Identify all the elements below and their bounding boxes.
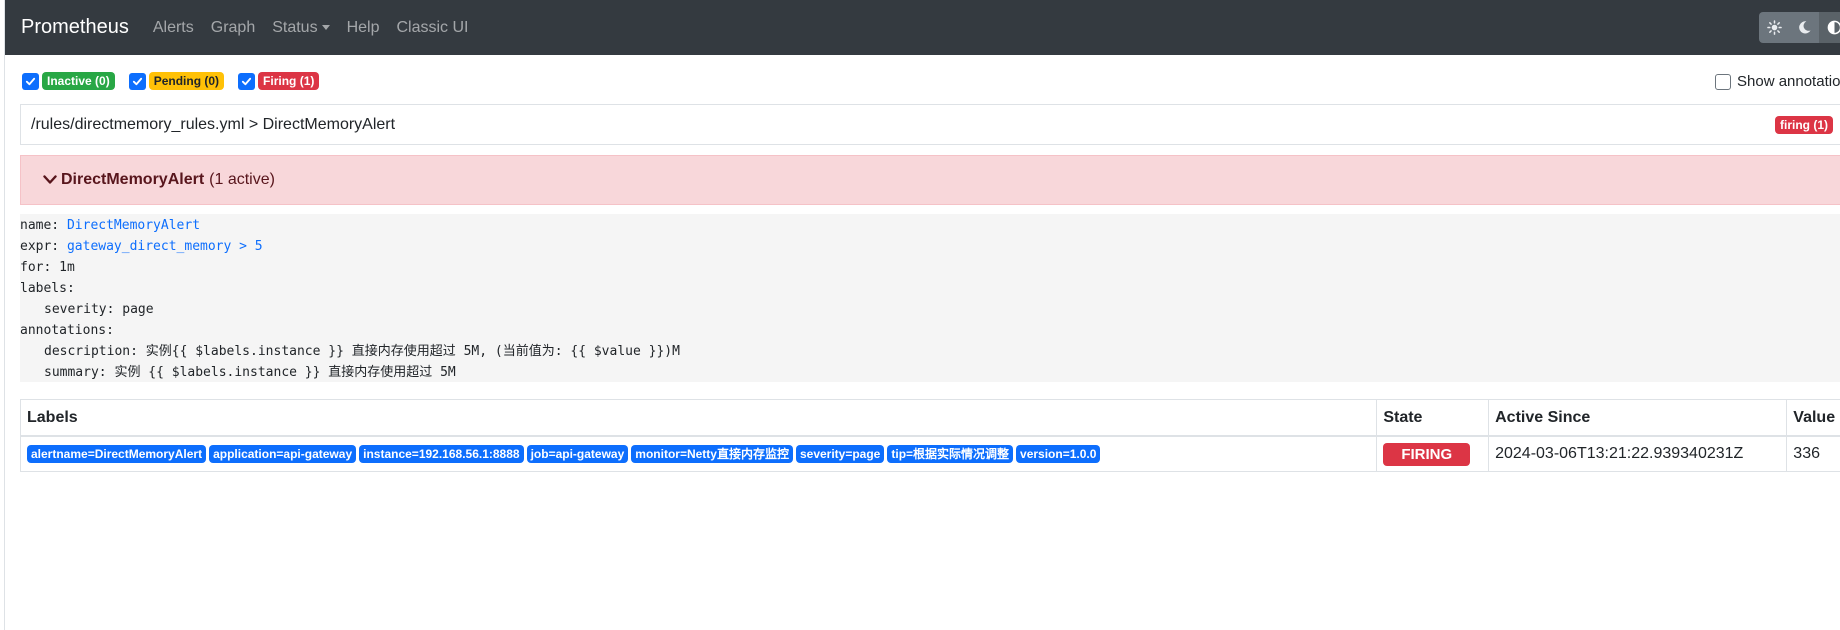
alert-active-count: (1 active) — [209, 171, 275, 188]
alert-rule-name: DirectMemoryAlert — [61, 171, 205, 188]
prometheus-alerts-page: Prometheus Alerts Graph Status Help Clas… — [0, 0, 1840, 630]
checkbox-unchecked-icon[interactable] — [1715, 73, 1731, 90]
header-state: State — [1376, 399, 1490, 437]
rule-key: expr: — [20, 239, 60, 254]
rule-key: name: — [20, 218, 60, 233]
active-since-cell: 2024-03-06T13:21:22.939340231Z — [1488, 435, 1788, 472]
nav-status-dropdown[interactable]: Status — [272, 18, 330, 37]
header-value: Value — [1786, 399, 1840, 437]
rule-labels-key: labels: — [20, 281, 75, 296]
window-edge — [0, 0, 5, 630]
label-badge: job=api-gateway — [526, 445, 629, 463]
sun-icon[interactable] — [1759, 12, 1789, 43]
caret-down-icon — [321, 25, 330, 30]
nav-graph[interactable]: Graph — [211, 19, 255, 37]
rule-expr-line: expr: gateway_direct_memory > 5 — [20, 236, 1840, 257]
top-navbar: Prometheus Alerts Graph Status Help Clas… — [5, 0, 1840, 55]
nav-alerts[interactable]: Alerts — [153, 19, 194, 37]
value-cell: 336 — [1786, 435, 1840, 472]
label-badge: application=api-gateway — [209, 445, 357, 463]
nav-help[interactable]: Help — [347, 19, 380, 37]
rule-group-header: /rules/directmemory_rules.yml > DirectMe… — [20, 104, 1840, 145]
header-active-since: Active Since — [1488, 399, 1788, 437]
chevron-down-icon[interactable] — [43, 175, 57, 185]
labels-cell: alertname=DirectMemoryAlert application=a… — [19, 435, 1378, 472]
header-labels: Labels — [19, 399, 1378, 437]
state-filters: Inactive (0) Pending (0) Firing (1) — [22, 72, 333, 90]
rule-definition: name: DirectMemoryAlert expr: gateway_di… — [20, 214, 1840, 382]
filter-firing[interactable]: Firing (1) — [238, 72, 320, 90]
rule-severity-line: severity: page — [44, 302, 154, 317]
rule-summary-line: summary: 实例 {{ $labels.instance }} 直接内存使… — [44, 365, 456, 380]
filter-pending[interactable]: Pending (0) — [128, 72, 225, 90]
label-badge: version=1.0.0 — [1016, 445, 1101, 463]
label-badge: instance=192.168.56.1:8888 — [359, 445, 524, 463]
theme-toggle-group — [1759, 12, 1840, 43]
alert-rule-header[interactable]: DirectMemoryAlert (1 active) — [20, 155, 1840, 205]
table-row: alertname=DirectMemoryAlert application=a… — [19, 435, 1840, 472]
show-annotations-label: Show annotations — [1737, 73, 1840, 90]
pending-badge: Pending (0) — [148, 72, 225, 90]
label-badge: monitor=Netty直接内存监控 — [631, 445, 793, 463]
checkbox-checked-icon[interactable] — [22, 72, 39, 90]
nav-classic-ui[interactable]: Classic UI — [396, 19, 468, 37]
rule-for-line: for: 1m — [20, 260, 75, 275]
rule-name-link[interactable]: DirectMemoryAlert — [67, 218, 200, 233]
label-badge: alertname=DirectMemoryAlert — [27, 445, 207, 463]
alerts-table: Labels State Active Since Value alertnam… — [19, 399, 1840, 472]
rule-group-path: /rules/directmemory_rules.yml > DirectMe… — [31, 115, 396, 133]
firing-badge: Firing (1) — [258, 72, 320, 90]
checkbox-checked-icon[interactable] — [238, 72, 256, 90]
filter-inactive[interactable]: Inactive (0) — [22, 72, 115, 90]
rule-name-line: name: DirectMemoryAlert — [20, 215, 1840, 236]
moon-icon[interactable] — [1789, 12, 1819, 43]
show-annotations-toggle[interactable]: Show annotations — [1715, 73, 1840, 90]
label-badge: tip=根据实际情况调整 — [887, 445, 1014, 463]
brand-link[interactable]: Prometheus — [21, 16, 129, 39]
contrast-icon[interactable] — [1819, 12, 1840, 43]
alerts-table-wrapper: Labels State Active Since Value alertnam… — [19, 399, 1840, 472]
state-badge: FIRING — [1383, 442, 1471, 466]
inactive-badge: Inactive (0) — [42, 72, 115, 90]
label-badge: severity=page — [795, 445, 885, 463]
table-header-row: Labels State Active Since Value — [19, 399, 1840, 437]
nav-status-label: Status — [272, 18, 318, 36]
rule-expr-link[interactable]: gateway_direct_memory > 5 — [67, 239, 263, 254]
checkbox-checked-icon[interactable] — [128, 72, 146, 90]
group-firing-badge: firing (1) — [1775, 116, 1833, 134]
rule-annotations-key: annotations: — [20, 323, 114, 338]
state-cell: FIRING — [1376, 435, 1490, 472]
rule-description-line: description: 实例{{ $labels.instance }} 直接… — [44, 344, 680, 359]
